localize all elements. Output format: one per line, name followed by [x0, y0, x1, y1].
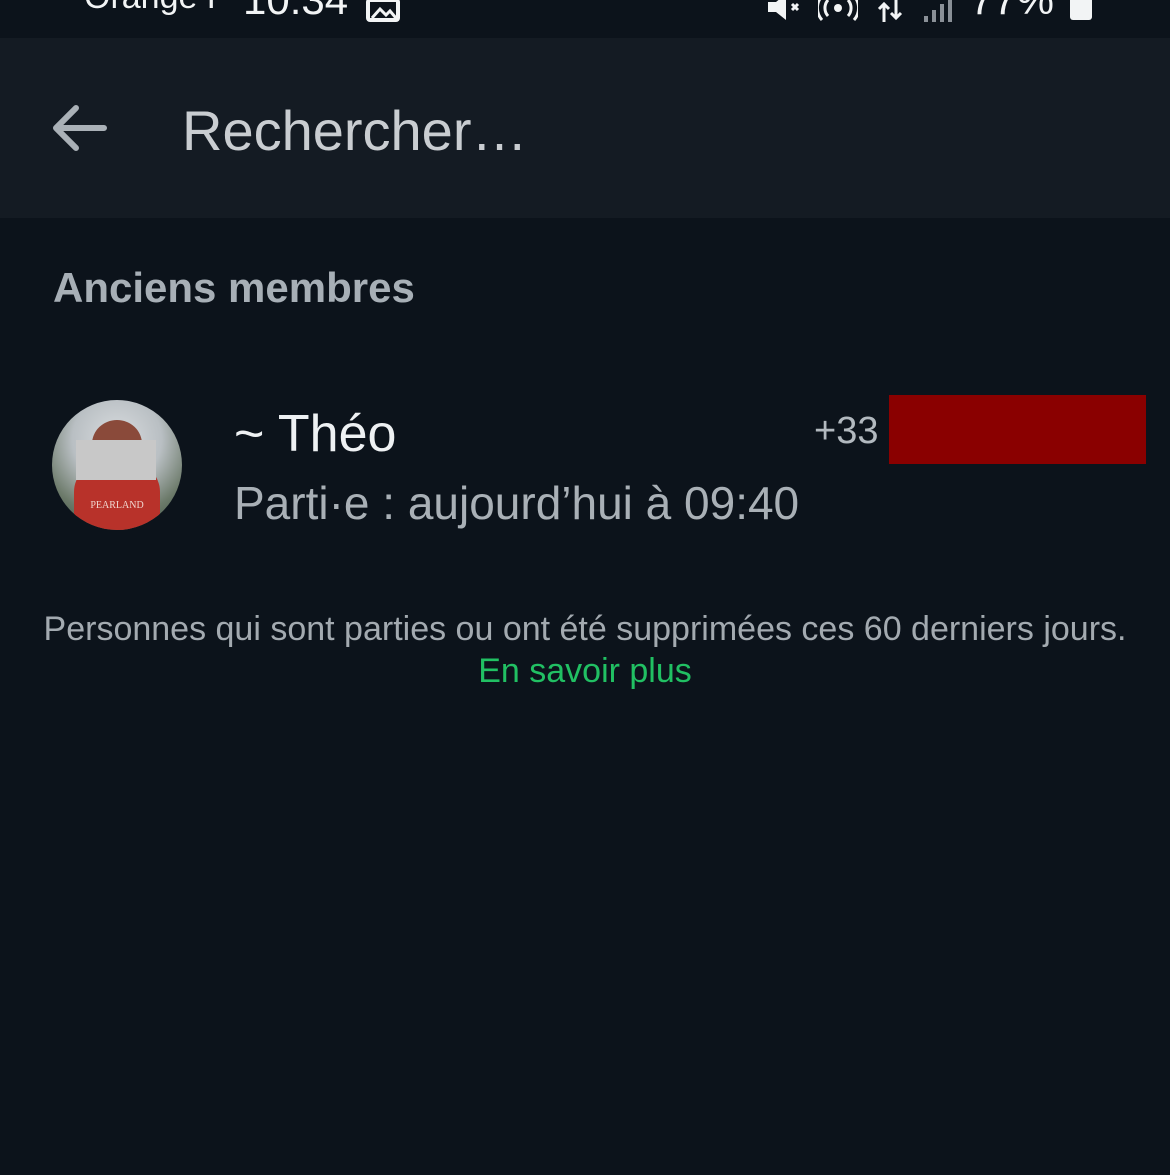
section-title: Anciens membres: [53, 264, 415, 311]
info-text: Personnes qui sont parties ou ont été su…: [40, 608, 1130, 692]
search-input[interactable]: [182, 90, 1082, 170]
back-button[interactable]: [46, 100, 110, 156]
phone-redaction: [889, 395, 1146, 464]
status-bar: Orange F 10:34: [0, 0, 1170, 38]
avatar-shirt-text: PEARLAND: [90, 500, 144, 511]
member-name-prefix: ~: [234, 405, 265, 463]
member-status: Parti·e : aujourd’hui à 09:40: [234, 477, 800, 529]
vibrate-mute-icon: [767, 0, 799, 20]
data-arrows-icon: [877, 0, 902, 22]
clock: 10:34: [243, 0, 348, 24]
member-name: ~ Théo: [234, 404, 396, 464]
search-app-bar: [0, 38, 1170, 218]
hotspot-icon: [817, 0, 858, 21]
status-icons: 77%: [766, 0, 1094, 22]
carrier-label: Orange F: [84, 0, 228, 17]
list-item-member[interactable]: PEARLAND ~ Théo +33 Parti·e : aujourd’hu…: [0, 380, 1170, 550]
avatar-redaction: [76, 440, 156, 480]
info-description: Personnes qui sont parties ou ont été su…: [43, 610, 1127, 648]
learn-more-link[interactable]: En savoir plus: [478, 652, 692, 690]
member-name-text: Théo: [277, 405, 397, 463]
avatar: PEARLAND: [52, 400, 182, 530]
battery-percent: 77%: [970, 0, 1054, 22]
member-phone: +33: [814, 410, 879, 452]
battery-icon: [1070, 0, 1092, 20]
image-icon: [366, 0, 400, 22]
screen: Orange F 10:34: [0, 0, 1170, 1175]
signal-icon: [923, 0, 952, 22]
arrow-left-icon: [53, 105, 107, 151]
